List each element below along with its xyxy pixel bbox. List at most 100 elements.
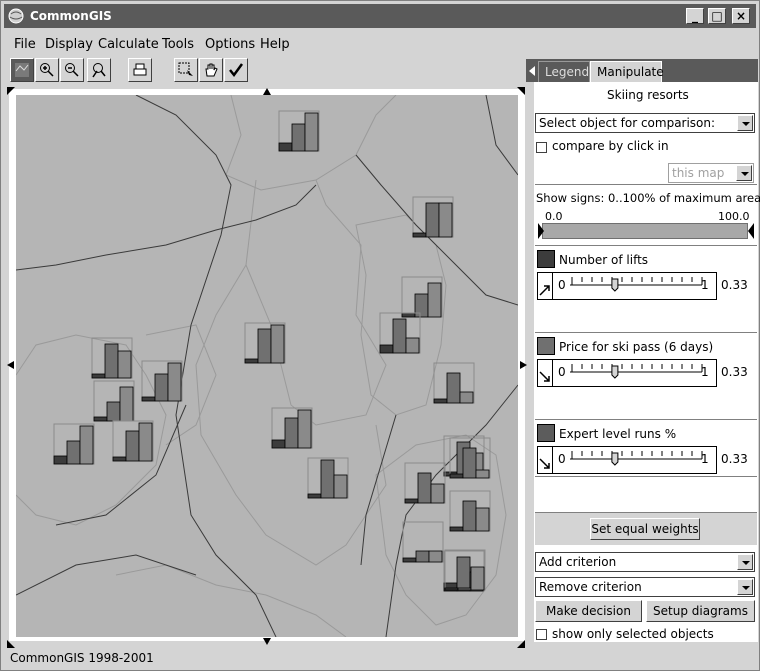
chevron-down-icon[interactable] xyxy=(737,579,753,595)
resort-diagram-bar xyxy=(93,416,108,422)
resort-diagram[interactable] xyxy=(271,407,313,449)
compare-by-click-checkbox[interactable] xyxy=(536,142,547,153)
resort-diagram[interactable] xyxy=(379,312,421,354)
map-canvas[interactable] xyxy=(16,95,518,637)
arrow-w-icon[interactable] xyxy=(7,361,14,369)
weight-min-label: 0 xyxy=(558,365,566,379)
criterion-direction-toggle[interactable] xyxy=(537,359,553,387)
resort-diagram[interactable] xyxy=(53,423,95,465)
zoom-out-icon xyxy=(65,63,79,77)
arrow-sw-icon[interactable] xyxy=(7,640,15,648)
resort-diagram-bar xyxy=(475,469,490,479)
criterion-direction-toggle[interactable] xyxy=(537,272,553,300)
add-criterion-select[interactable]: Add criterion xyxy=(535,552,755,572)
resort-diagram-bar xyxy=(291,123,306,152)
zoom-in-button[interactable] xyxy=(35,58,59,82)
menu-file[interactable]: File xyxy=(14,37,36,52)
menu-tools[interactable]: Tools xyxy=(162,37,194,52)
add-criterion-value: Add criterion xyxy=(539,555,617,569)
arrow-ne-icon[interactable] xyxy=(517,87,525,95)
resort-diagram[interactable] xyxy=(433,362,475,404)
arrow-s-icon[interactable] xyxy=(263,638,271,645)
criterion-direction-toggle[interactable] xyxy=(537,446,553,474)
close-button[interactable]: × xyxy=(732,8,750,24)
criteria-empty-area xyxy=(535,476,757,513)
diagram-layer xyxy=(53,110,491,592)
show-only-selected-checkbox[interactable] xyxy=(536,629,547,640)
menu-calculate[interactable]: Calculate xyxy=(98,37,159,52)
chevron-down-icon[interactable] xyxy=(737,115,753,131)
show-signs-label: Show signs: 0..100% of maximum area xyxy=(536,191,760,205)
zoom-out-button[interactable] xyxy=(60,58,84,82)
resort-diagram-bar xyxy=(284,417,299,449)
resort-diagram[interactable] xyxy=(404,462,446,504)
criterion-color-swatch[interactable] xyxy=(537,337,555,355)
pan-hand-button[interactable] xyxy=(199,58,223,82)
chevron-down-icon[interactable] xyxy=(736,165,752,181)
weight-slider[interactable] xyxy=(552,272,717,300)
resort-diagram-bar xyxy=(297,409,312,449)
resort-diagram[interactable] xyxy=(91,337,133,379)
map-button[interactable] xyxy=(10,58,34,82)
resort-diagram-bar xyxy=(320,459,335,499)
select-rect-icon xyxy=(178,62,193,76)
resort-diagram-bar xyxy=(462,500,477,532)
menu-help[interactable]: Help xyxy=(260,37,290,52)
resort-diagram-bar xyxy=(438,202,453,238)
status-text: CommonGIS 1998-2001 xyxy=(10,651,154,665)
select-rect-button[interactable] xyxy=(174,58,198,82)
compare-target-select[interactable]: this map xyxy=(668,163,754,183)
range-max-handle-icon[interactable] xyxy=(748,223,754,239)
chevron-down-icon[interactable] xyxy=(737,554,753,570)
resort-diagram-bar xyxy=(257,328,272,364)
resort-diagram[interactable] xyxy=(402,521,444,563)
criterion-color-swatch[interactable] xyxy=(537,424,555,442)
tab-legend[interactable]: Legend xyxy=(538,61,590,82)
arrow-n-icon[interactable] xyxy=(263,88,271,95)
arrow-nw-icon[interactable] xyxy=(7,87,15,95)
arrow-e-icon[interactable] xyxy=(520,361,527,369)
resort-diagram[interactable] xyxy=(401,276,443,318)
app-window: CommonGIS _ □ × File Display Calculate T… xyxy=(0,0,760,671)
resort-diagram-bar xyxy=(333,474,348,499)
resort-diagram[interactable] xyxy=(141,360,183,402)
print-button[interactable] xyxy=(128,58,152,82)
compare-object-select[interactable]: Select object for comparison: xyxy=(535,113,755,133)
remove-criterion-select[interactable]: Remove criterion xyxy=(535,577,755,597)
tab-manipulate[interactable]: Manipulate xyxy=(590,61,664,82)
weight-min-label: 0 xyxy=(558,452,566,466)
resort-diagram[interactable] xyxy=(278,110,320,152)
resort-diagram-bar xyxy=(417,472,432,504)
resort-diagram-bar xyxy=(53,455,68,465)
weight-value: 0.33 xyxy=(721,365,748,379)
resort-diagram[interactable] xyxy=(244,322,286,364)
resort-diagram-bar xyxy=(106,401,121,422)
arrow-se-icon[interactable] xyxy=(517,640,525,648)
resort-diagram[interactable] xyxy=(412,196,454,238)
maximize-button[interactable]: □ xyxy=(708,8,726,24)
set-equal-weights-button[interactable]: Set equal weights xyxy=(590,518,700,540)
tab-scroll-left-icon[interactable] xyxy=(528,65,536,77)
resort-diagram[interactable] xyxy=(112,420,154,462)
weight-slider[interactable] xyxy=(552,446,717,474)
resort-diagram-bar xyxy=(278,142,293,152)
resort-diagram-bar xyxy=(91,373,106,379)
resort-diagram-bar xyxy=(119,386,134,422)
resort-diagram-bar xyxy=(446,372,461,404)
menu-options[interactable]: Options xyxy=(205,37,255,52)
zoom-fit-button[interactable] xyxy=(87,58,111,82)
range-min-handle-icon[interactable] xyxy=(538,223,544,239)
menu-display[interactable]: Display xyxy=(45,37,93,52)
confirm-button[interactable] xyxy=(224,58,248,82)
minimize-button[interactable]: _ xyxy=(686,8,704,24)
resort-diagram[interactable] xyxy=(93,380,135,422)
weight-slider[interactable] xyxy=(552,359,717,387)
resort-diagram-bar xyxy=(425,202,440,238)
make-decision-button[interactable]: Make decision xyxy=(535,600,642,622)
resort-diagram[interactable] xyxy=(449,490,491,532)
resort-diagram[interactable] xyxy=(307,457,349,499)
map-svg xyxy=(16,95,518,637)
setup-diagrams-button[interactable]: Setup diagrams xyxy=(646,600,755,622)
resort-diagram-bar xyxy=(167,362,182,402)
criterion-color-swatch[interactable] xyxy=(537,250,555,268)
